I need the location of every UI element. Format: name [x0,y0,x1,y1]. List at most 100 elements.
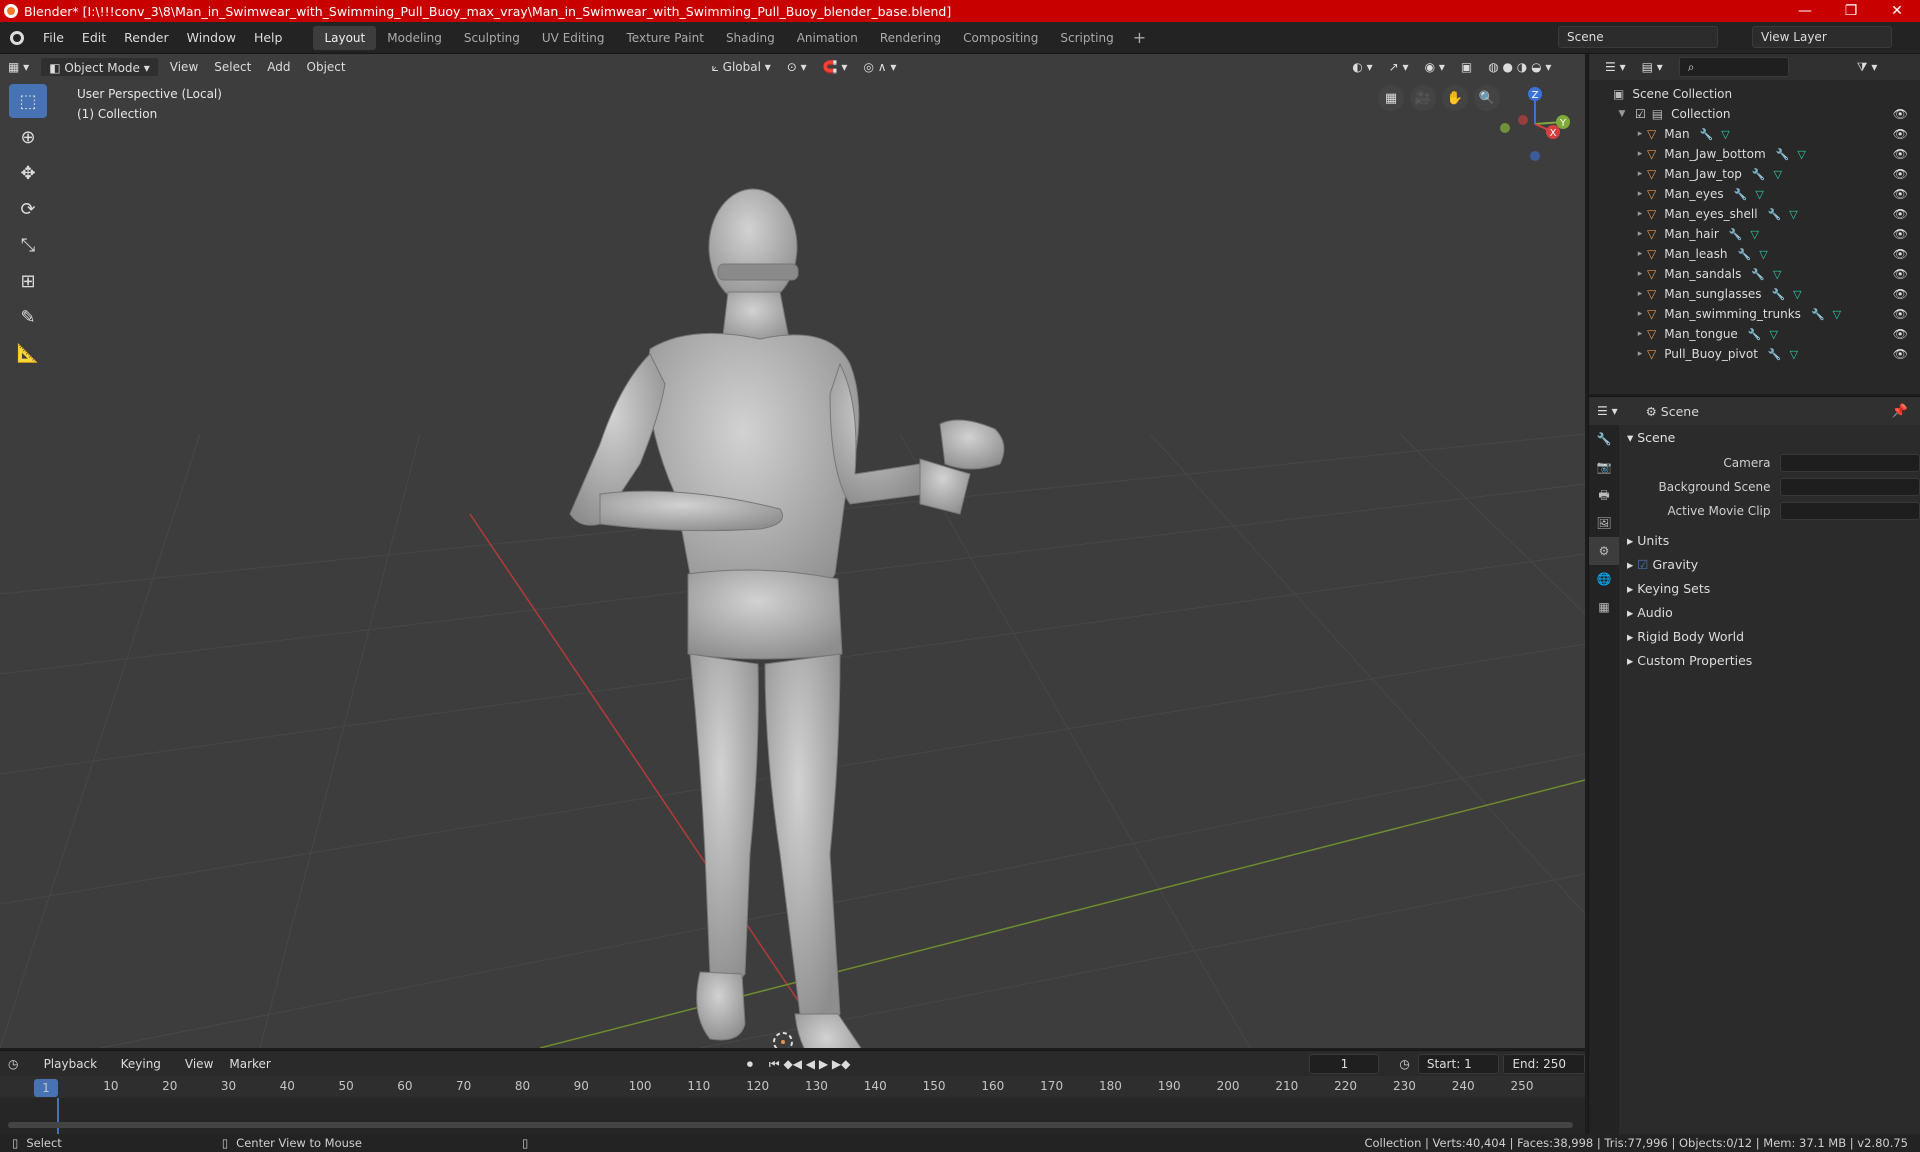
eye-icon[interactable]: 👁 [1893,327,1908,341]
end-frame-field[interactable]: End: 250 [1503,1053,1585,1074]
scale-icon[interactable]: ⤡ [9,228,47,262]
overlays-icon[interactable]: ◉ ▾ [1417,57,1453,77]
list-item[interactable]: ▸ ▽ Man_eyes 🔧 ▽ 👁 [1589,184,1920,204]
tool-tab-icon[interactable]: 🔧 [1589,425,1619,453]
tab-animation[interactable]: Animation [786,26,869,50]
mode-selector[interactable]: ◧ Object Mode ▾ [40,57,159,77]
eye-icon[interactable]: 👁 [1893,227,1908,241]
orientation-selector[interactable]: ⟀ Global ▾ [704,57,779,77]
menu-timeline-view[interactable]: View [177,1054,221,1074]
menu-render[interactable]: Render [115,30,178,45]
current-frame-marker[interactable]: 1 [34,1079,58,1097]
tab-uv-editing[interactable]: UV Editing [531,26,616,50]
man-model[interactable] [569,188,1005,1048]
tab-texture-paint[interactable]: Texture Paint [616,26,715,50]
view-layer-tab-icon[interactable]: 🖼 [1589,509,1619,537]
list-item[interactable]: ▸ ▽ Man_hair 🔧 ▽ 👁 [1589,224,1920,244]
annotate-icon[interactable]: ✎ [9,300,47,334]
units-panel[interactable]: ▸ Units [1621,529,1920,553]
menu-window[interactable]: Window [178,30,245,45]
eye-icon[interactable]: 👁 [1893,287,1908,301]
checkbox-icon[interactable]: ☑ [1635,107,1646,121]
tab-rendering[interactable]: Rendering [869,26,952,50]
texture-tab-icon[interactable]: ▦ [1589,593,1619,621]
toggle-ortho-icon[interactable]: ▦ [1378,85,1404,111]
start-frame-field[interactable]: Start: 1 [1417,1053,1500,1074]
tab-layout[interactable]: Layout [313,25,377,50]
menu-add[interactable]: Add [259,57,298,77]
tab-compositing[interactable]: Compositing [952,26,1049,50]
list-item[interactable]: ▸ ▽ Man_eyes_shell 🔧 ▽ 👁 [1589,204,1920,224]
collection-row[interactable]: ▼ ☑ ▤ Collection 👁 [1589,104,1920,124]
timeline-scrollbar[interactable] [8,1122,1573,1128]
3d-viewport[interactable] [0,54,1585,1048]
view-layer-selector[interactable]: View Layer [1752,26,1892,48]
eye-icon[interactable]: 👁 [1893,247,1908,261]
list-item[interactable]: ▸ ▽ Man_leash 🔧 ▽ 👁 [1589,244,1920,264]
outliner-editor-icon[interactable]: ☰ ▾ [1597,57,1634,77]
tab-shading[interactable]: Shading [715,26,786,50]
rigid-body-world-panel[interactable]: ▸ Rigid Body World [1621,625,1920,649]
select-box-icon[interactable]: ⬚ [9,84,47,118]
eye-icon[interactable]: 👁 [1893,127,1908,141]
eye-icon[interactable]: 👁 [1893,187,1908,201]
keying-sets-panel[interactable]: ▸ Keying Sets [1621,577,1920,601]
scene-panel-header[interactable]: ▾ Scene [1621,425,1920,451]
timeline-editor-icon[interactable]: ◷ ▾ [0,1054,36,1091]
display-mode-icon[interactable]: ▤ ▾ [1634,57,1671,77]
background-scene-field[interactable] [1780,478,1920,496]
eye-icon[interactable]: 👁 [1893,347,1908,361]
snap-icon[interactable]: 🧲 ▾ [815,57,856,77]
editor-type-icon[interactable]: ▦ ▾ [0,57,37,77]
xray-icon[interactable]: ▣ [1453,57,1480,77]
eye-icon[interactable]: 👁 [1893,267,1908,281]
list-item[interactable]: ▸ ▽ Man_tongue 🔧 ▽ 👁 [1589,324,1920,344]
list-item[interactable]: ▸ ▽ Man_sunglasses 🔧 ▽ 👁 [1589,284,1920,304]
expand-icon[interactable]: ▼ [1615,109,1629,119]
gizmo-icon[interactable]: ↗ ▾ [1381,57,1417,77]
pin-icon[interactable]: 📌 [1892,404,1908,419]
pan-icon[interactable]: ✋ [1442,85,1468,111]
preview-range-icon[interactable]: ◷ [1391,1054,1417,1074]
active-movie-clip-field[interactable] [1780,502,1920,520]
custom-properties-panel[interactable]: ▸ Custom Properties [1621,649,1920,673]
properties-editor-icon[interactable]: ☰ ▾ [1589,401,1626,421]
eye-icon[interactable]: 👁 [1893,207,1908,221]
render-tab-icon[interactable]: 📷 [1589,453,1619,481]
menu-object[interactable]: Object [299,57,354,77]
minimize-button[interactable]: — [1782,0,1828,22]
close-button[interactable]: ✕ [1874,0,1920,22]
camera-field[interactable] [1780,454,1920,472]
cursor-icon[interactable]: ⊕ [9,120,47,154]
menu-playback[interactable]: Playback ▾ [36,1054,113,1091]
navigation-gizmo[interactable]: Z Y X [1495,84,1575,164]
list-item[interactable]: ▸ ▽ Man_Jaw_bottom 🔧 ▽ 👁 [1589,144,1920,164]
list-item[interactable]: ▸ ▽ Man 🔧 ▽ 👁 [1589,124,1920,144]
filter-icon[interactable]: ⧩ ▾ [1849,57,1886,77]
outliner-search-input[interactable]: ⌕ [1678,57,1789,77]
record-icon[interactable]: ⏺ [739,1054,761,1074]
list-item[interactable]: ▸ ▽ Man_swimming_trunks 🔧 ▽ 👁 [1589,304,1920,324]
scene-tab-icon[interactable]: ⚙ [1589,537,1619,565]
world-tab-icon[interactable]: 🌐 [1589,565,1619,593]
timeline-area[interactable]: 1 10 20 30 40 50 60 70 80 90 100 110 120 130 140 150 16… [0,1076,1585,1134]
add-workspace-icon[interactable]: + [1125,28,1154,47]
menu-select[interactable]: Select [206,57,259,77]
list-item[interactable]: ▸ ▽ Pull_Buoy_pivot 🔧 ▽ 👁 [1589,344,1920,364]
transform-icon[interactable]: ⊞ [9,264,47,298]
pivot-icon[interactable]: ⊙ ▾ [779,57,815,77]
audio-panel[interactable]: ▸ Audio [1621,601,1920,625]
menu-edit[interactable]: Edit [73,30,115,45]
gravity-panel[interactable]: ▸ ☑ Gravity [1621,553,1920,577]
eye-icon[interactable]: 👁 [1893,107,1908,121]
menu-help[interactable]: Help [245,30,292,45]
list-item[interactable]: ▸ ▽ Man_Jaw_top 🔧 ▽ 👁 [1589,164,1920,184]
shading-modes-icon[interactable]: ◍ ● ◑ ◒ ▾ [1480,57,1559,77]
list-item[interactable]: ▸ ▽ Man_sandals 🔧 ▽ 👁 [1589,264,1920,284]
3d-cursor-icon[interactable] [773,1032,793,1048]
proportional-edit-icon[interactable]: ◎ ∧ ▾ [855,57,904,77]
playback-controls[interactable]: ⏮ ◆◀ ◀ ▶ ▶◆ ⏭ [761,1054,870,1091]
rotate-icon[interactable]: ⟳ [9,192,47,226]
eye-icon[interactable]: 👁 [1893,167,1908,181]
camera-view-icon[interactable]: 🎥 [1410,85,1436,111]
